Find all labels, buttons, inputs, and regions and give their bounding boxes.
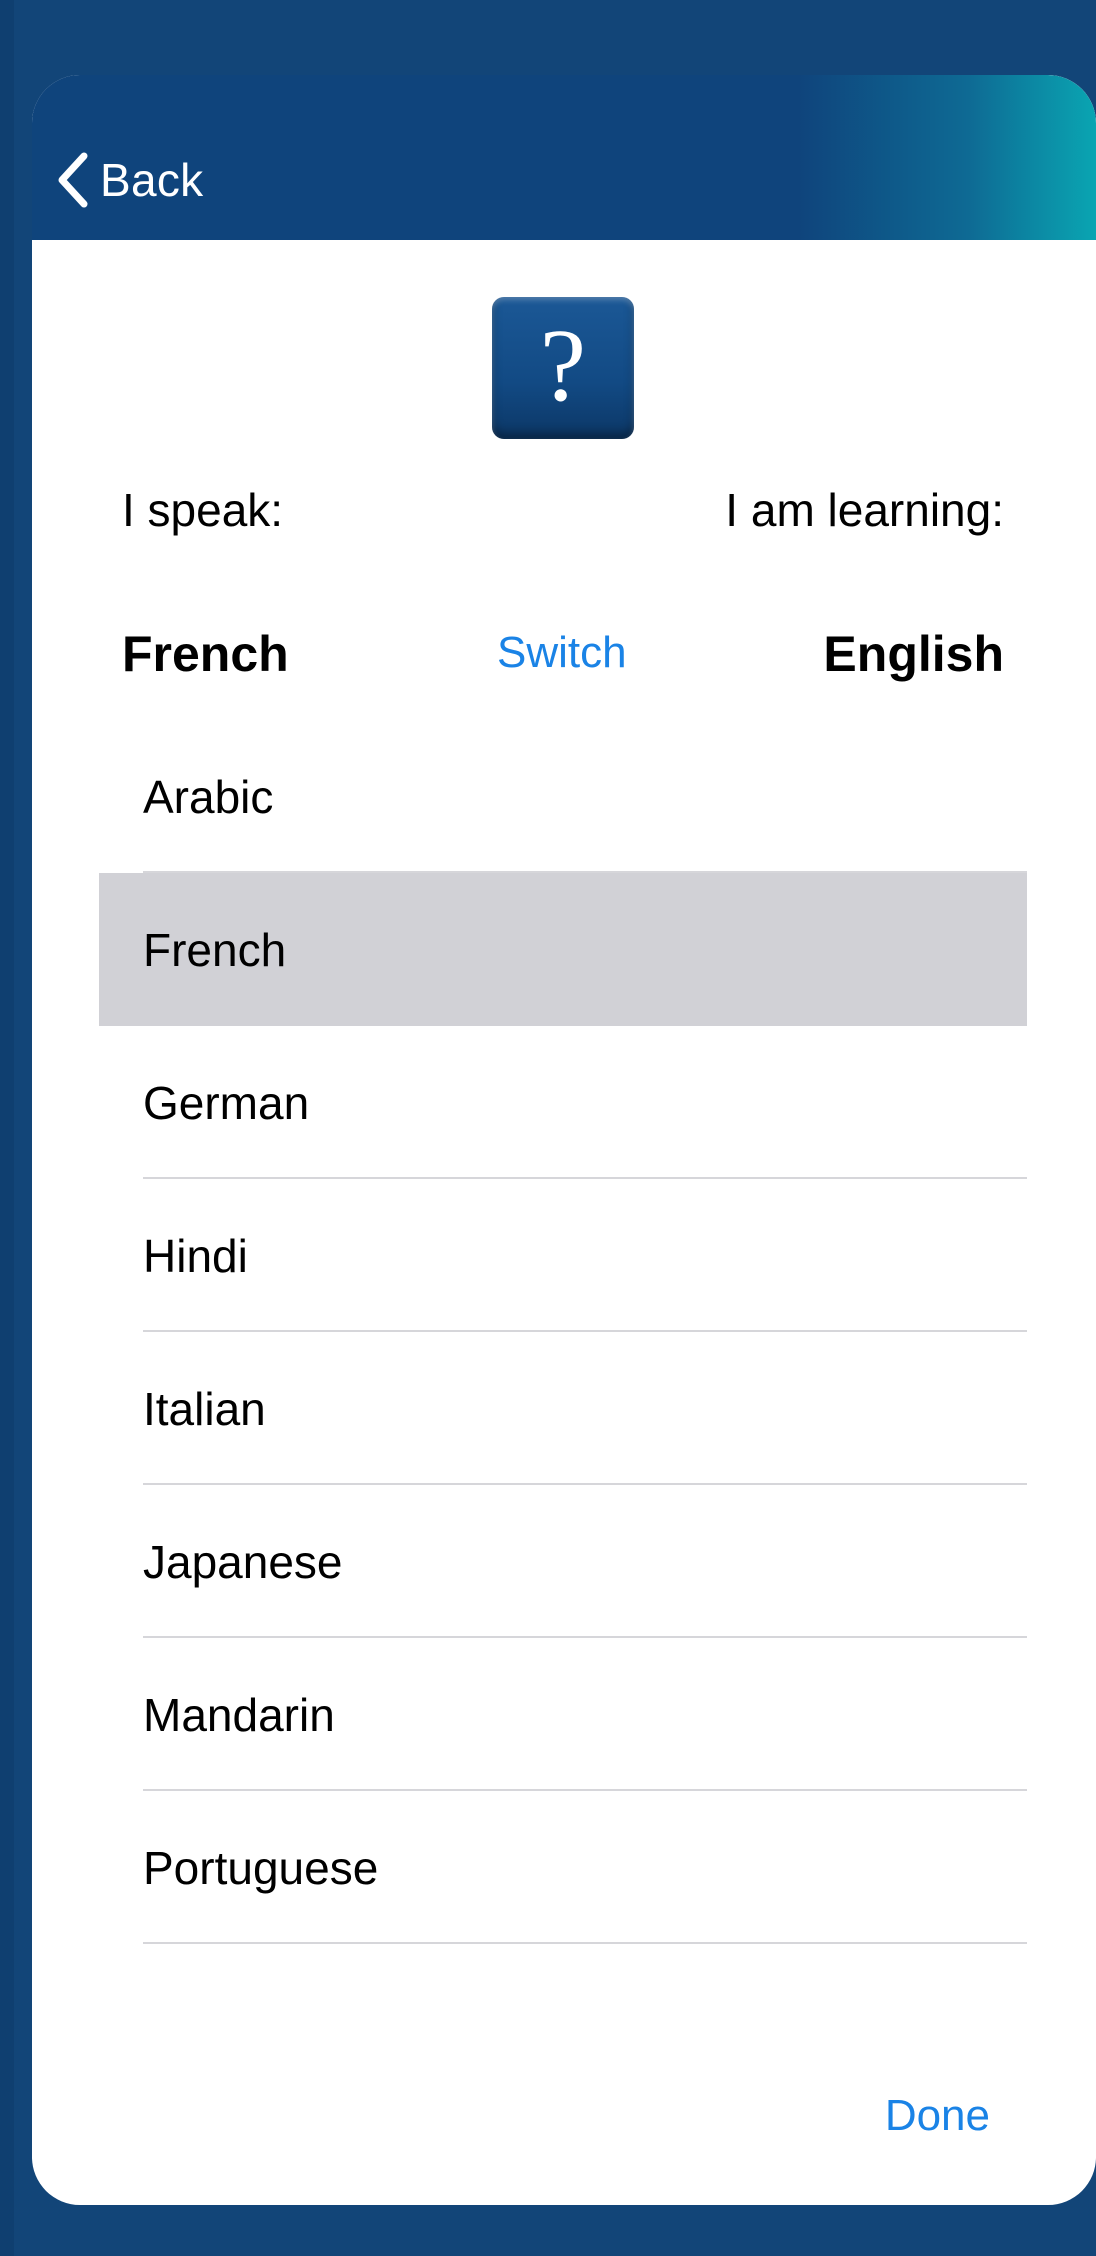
chevron-left-icon xyxy=(58,152,88,208)
question-mark-icon: ? xyxy=(539,308,587,423)
language-row-portuguese[interactable]: Portuguese xyxy=(99,1791,1027,1944)
language-row-japanese[interactable]: Japanese xyxy=(99,1485,1027,1638)
language-row-italian[interactable]: Italian xyxy=(99,1332,1027,1485)
language-row-label: Mandarin xyxy=(143,1688,335,1741)
language-row-mandarin[interactable]: Mandarin xyxy=(99,1638,1027,1791)
language-picker-card: Back ? I speak: I am learning: French Sw… xyxy=(32,75,1096,2205)
target-language-value: English xyxy=(823,626,1004,682)
i-speak-label: I speak: xyxy=(122,484,284,536)
language-row-label: Hindi xyxy=(143,1229,248,1282)
language-row-label: Portuguese xyxy=(143,1841,379,1894)
back-label: Back xyxy=(100,154,204,206)
switch-button[interactable]: Switch xyxy=(497,628,627,678)
i-am-learning-label: I am learning: xyxy=(725,484,1004,536)
help-button[interactable]: ? xyxy=(492,297,634,439)
language-row-french[interactable]: French xyxy=(99,873,1027,1026)
language-list: Arabic French German Hindi Italian Japan… xyxy=(99,720,1027,1944)
back-button[interactable]: Back xyxy=(54,145,203,215)
language-row-label: Arabic xyxy=(143,770,274,823)
done-button[interactable]: Done xyxy=(885,2091,990,2141)
native-language-value: French xyxy=(122,626,289,682)
language-row-label: German xyxy=(143,1076,310,1129)
navigation-bar: Back xyxy=(32,75,1096,240)
language-row-label: Japanese xyxy=(143,1535,343,1588)
language-row-label: Italian xyxy=(143,1382,266,1435)
app-screen: Back ? I speak: I am learning: French Sw… xyxy=(0,0,1096,2256)
language-row-hindi[interactable]: Hindi xyxy=(99,1179,1027,1332)
screen-edge xyxy=(0,0,14,2256)
language-row-german[interactable]: German xyxy=(99,1026,1027,1179)
language-row-label: French xyxy=(143,923,287,976)
language-row-arabic[interactable]: Arabic xyxy=(99,720,1027,873)
row-separator xyxy=(143,1942,1027,1944)
